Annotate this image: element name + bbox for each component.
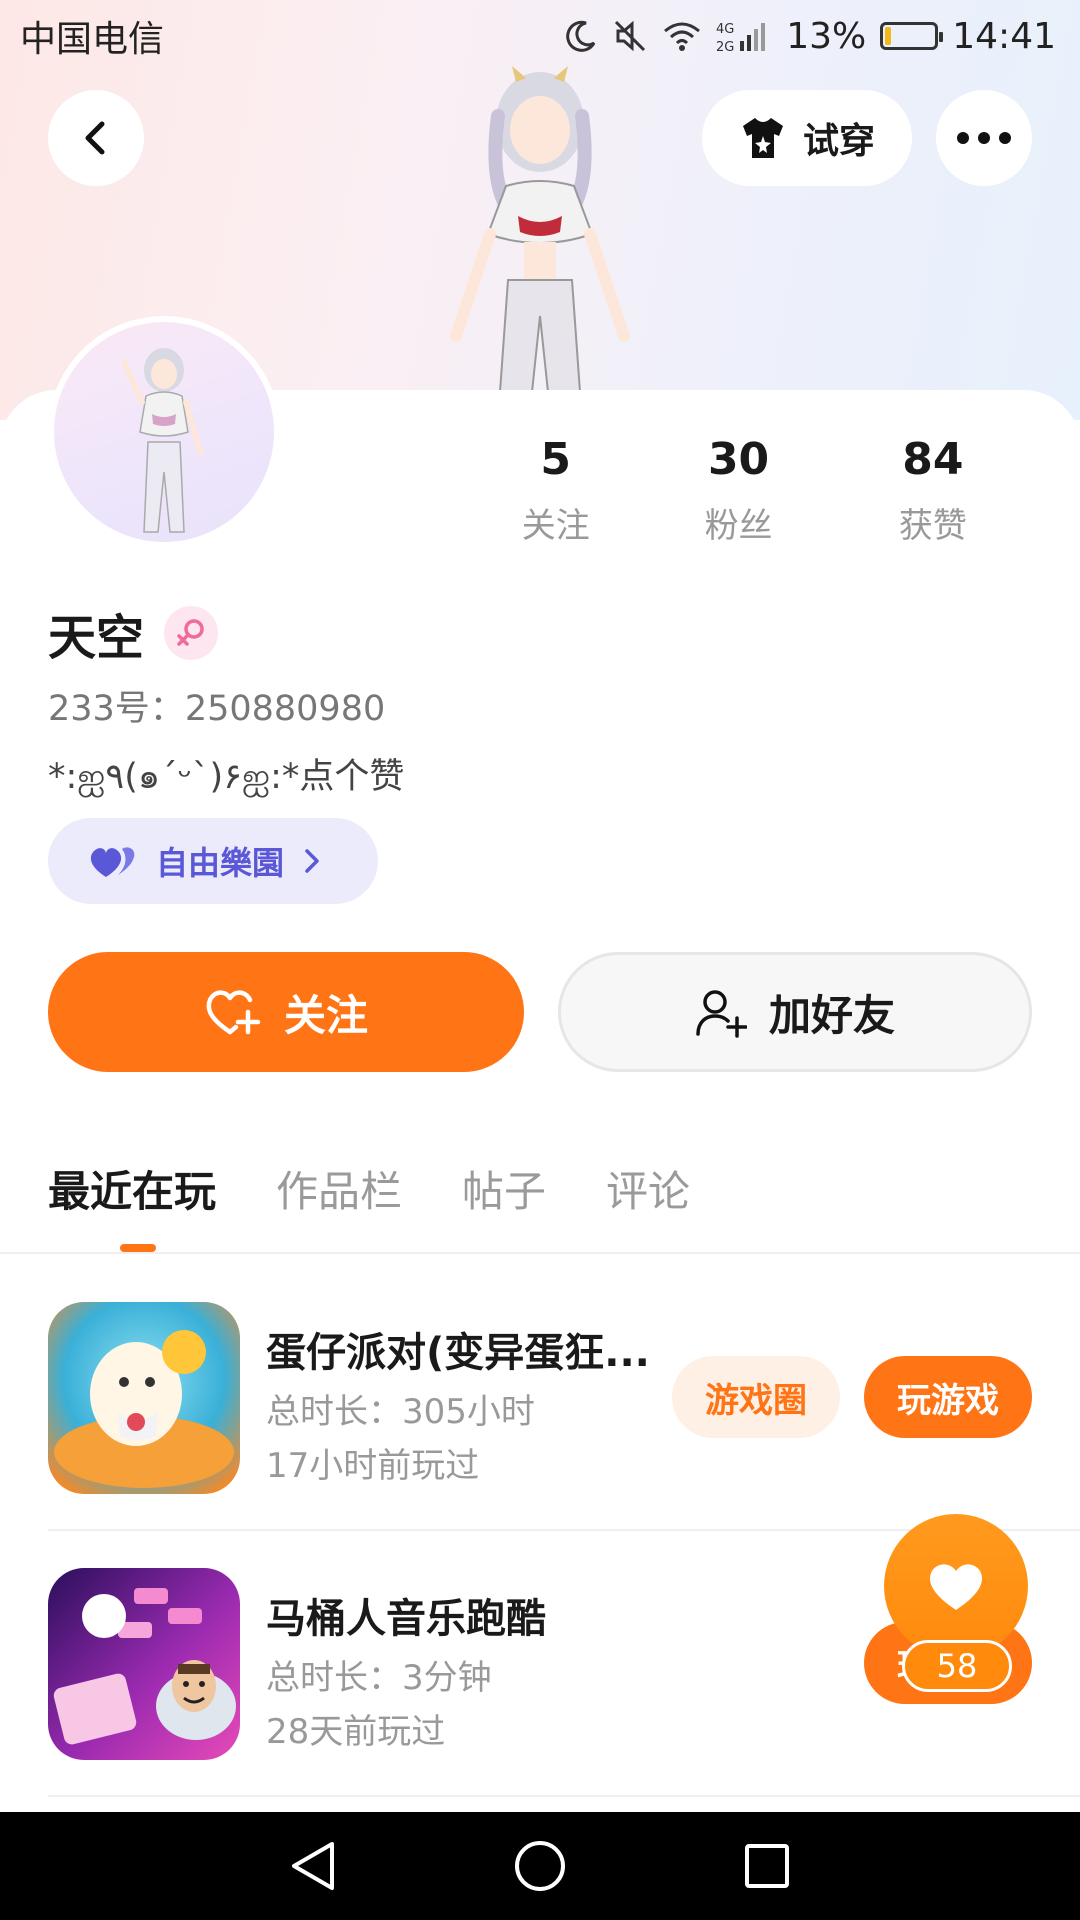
add-user-icon: [696, 990, 747, 1038]
list-divider: [48, 1795, 1080, 1797]
ellipsis-icon: [957, 132, 1011, 144]
game-duration: 总时长：3分钟: [266, 1658, 492, 1698]
game-duration: 总时长：305小时: [266, 1392, 535, 1432]
name-row: 天空: [48, 598, 219, 668]
status-bar: 中国电信 4G 2G 13% 14:41: [0, 0, 1080, 72]
battery-icon: [880, 22, 944, 50]
avatar-character-figure: [450, 66, 630, 392]
follow-label: 关注: [283, 990, 368, 1040]
battery-percent: 13%: [786, 15, 867, 57]
profile-page: 中国电信 4G 2G 13% 14:41 试穿 5 关注 30 粉丝 84 获赞…: [0, 0, 1080, 1920]
stat-fans[interactable]: 30 粉丝: [641, 430, 835, 547]
heart-icon: [930, 1564, 982, 1610]
square-recents-icon: [744, 1844, 789, 1888]
tab-recently-played[interactable]: 最近在玩: [48, 1158, 216, 1219]
tab-comments[interactable]: 评论: [606, 1158, 690, 1219]
stat-likes-value: 84: [902, 434, 964, 485]
avatar-figure: [121, 348, 203, 533]
game-last-played: 28天前玩过: [266, 1712, 446, 1752]
nav-back-button[interactable]: [273, 1826, 353, 1906]
circle-home-icon: [514, 1841, 565, 1891]
floating-like-button[interactable]: [884, 1514, 1028, 1658]
chevron-left-icon: [85, 121, 105, 155]
triangle-back-icon: [292, 1842, 335, 1890]
female-icon: [164, 606, 219, 660]
follow-button[interactable]: 关注: [48, 952, 524, 1072]
moon-icon: [564, 16, 598, 56]
tab-works[interactable]: 作品栏: [276, 1158, 402, 1219]
nav-home-button[interactable]: [500, 1826, 580, 1906]
stat-likes[interactable]: 84 获赞: [836, 430, 1030, 547]
svg-text:4G: 4G: [716, 22, 734, 37]
tab-posts[interactable]: 帖子: [462, 1158, 546, 1219]
mute-icon: [612, 16, 648, 56]
stat-following-value: 5: [540, 434, 572, 485]
add-friend-label: 加好友: [768, 990, 895, 1040]
stat-following-label: 关注: [521, 506, 590, 546]
stat-likes-label: 获赞: [898, 506, 967, 546]
try-on-label: 试穿: [802, 121, 875, 162]
status-icons: 4G 2G 13% 14:41: [564, 16, 1056, 57]
list-item[interactable]: 蛋仔派对(变异蛋狂... 总时长：305小时 17小时前玩过 游戏圈 玩游戏: [48, 1302, 1080, 1496]
game-circle-button[interactable]: 游戏圈: [672, 1356, 840, 1438]
game-icon-eggy-party[interactable]: [48, 1302, 240, 1494]
play-game-button[interactable]: 玩游戏: [864, 1356, 1032, 1438]
more-button[interactable]: [936, 90, 1032, 186]
chevron-right-icon: [305, 849, 319, 873]
profile-stats: 5 关注 30 粉丝 84 获赞: [470, 430, 1030, 547]
heart-plus-icon: [206, 990, 261, 1035]
club-label: 自由樂園: [156, 844, 285, 882]
svg-text:2G: 2G: [716, 40, 734, 55]
stat-fans-label: 粉丝: [704, 506, 773, 546]
like-count-badge: 58: [902, 1640, 1012, 1692]
game-title: 马桶人音乐跑酷: [266, 1596, 546, 1642]
hearts-icon: [90, 847, 135, 877]
system-nav-bar: [0, 1812, 1080, 1920]
user-id-value: 250880980: [184, 689, 386, 729]
back-button[interactable]: [48, 90, 144, 186]
clock: 14:41: [952, 15, 1056, 57]
stat-fans-value: 30: [707, 434, 770, 485]
wifi-icon: [662, 16, 702, 56]
stat-following[interactable]: 5 关注: [470, 430, 641, 547]
battery-fill: [885, 27, 892, 45]
avatar[interactable]: [48, 316, 280, 548]
profile-bio: *:ஐ٩(๑´ᵕ`)۶ஐ:*点个赞: [48, 757, 405, 797]
user-id: 233号：250880980: [48, 680, 385, 731]
club-badge-button[interactable]: 自由樂園: [48, 818, 378, 904]
try-on-button[interactable]: 试穿: [702, 90, 912, 186]
user-id-label: 233号：: [48, 689, 185, 729]
game-title: 蛋仔派对(变异蛋狂...: [266, 1330, 650, 1376]
tabs-divider: [0, 1252, 1080, 1254]
carrier-label: 中国电信: [20, 19, 165, 60]
profile-tabs: 最近在玩 作品栏 帖子 评论: [48, 1158, 690, 1252]
cellular-signal-icon: 4G 2G: [716, 16, 772, 56]
add-friend-button[interactable]: 加好友: [558, 952, 1032, 1072]
game-icon-toilet-music-parkour[interactable]: [48, 1568, 240, 1760]
profile-name: 天空: [48, 610, 145, 666]
shirt-icon: [742, 118, 783, 158]
active-tab-indicator: [120, 1244, 156, 1252]
game-last-played: 17小时前玩过: [266, 1446, 480, 1486]
nav-recents-button[interactable]: [727, 1826, 807, 1906]
